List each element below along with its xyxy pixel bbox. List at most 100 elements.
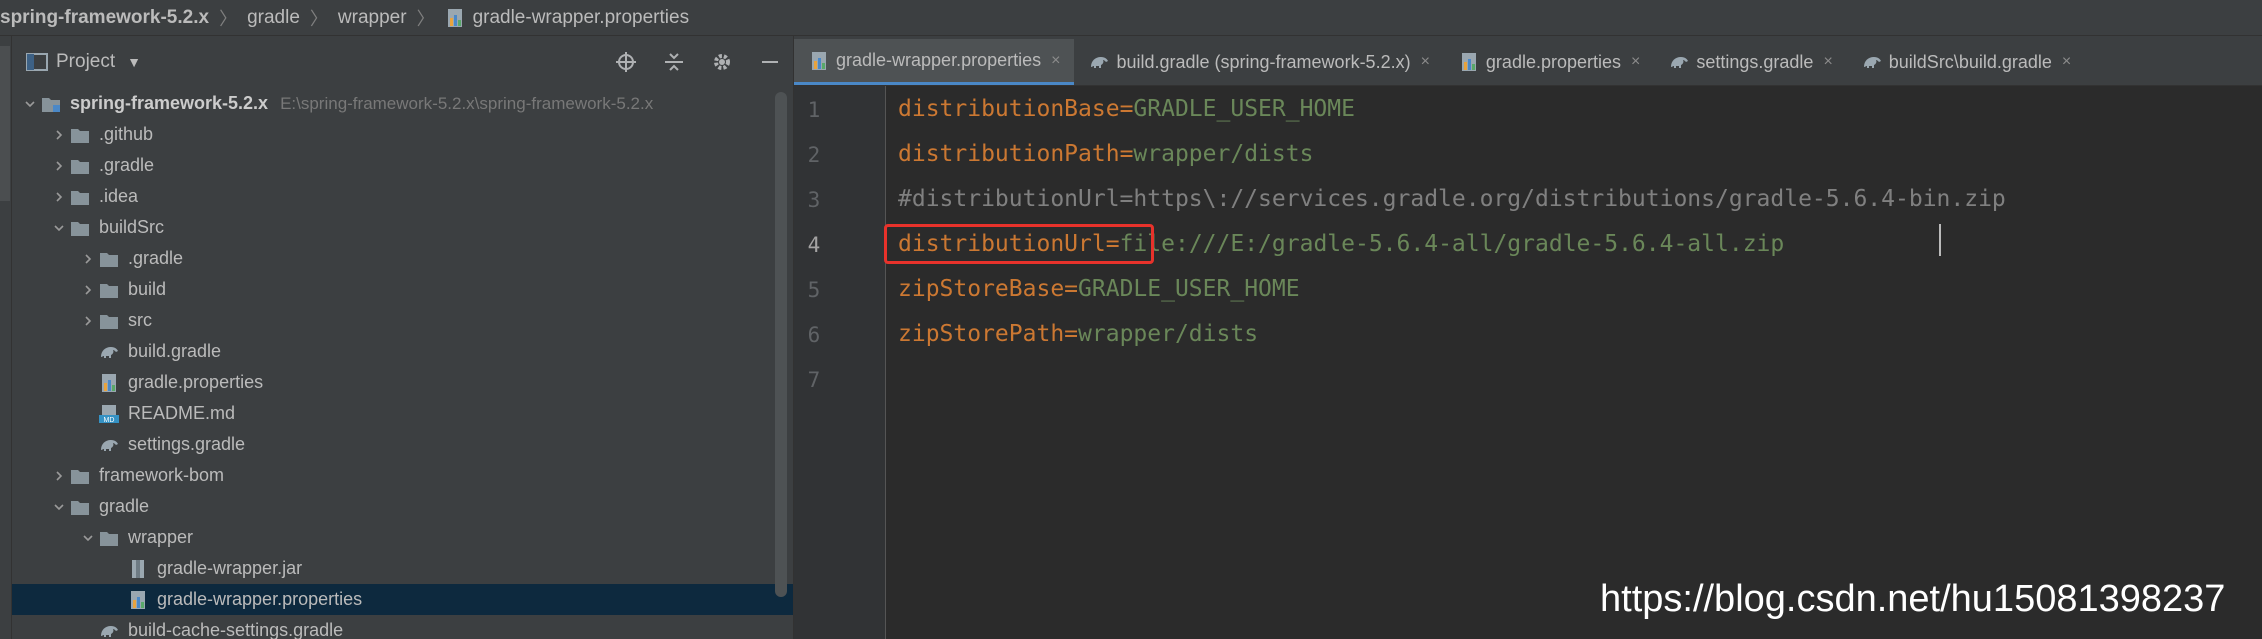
chevron-down-icon[interactable] [49,222,69,234]
line-number: 3 [807,188,821,212]
editor-area: gradle-wrapper.properties × build.gradle (… [794,36,2262,639]
close-icon[interactable]: × [1051,52,1060,70]
breadcrumb-file[interactable]: gradle-wrapper.properties [445,7,689,29]
line-number: 4 [807,233,821,257]
chevron-right-icon[interactable] [49,191,69,203]
close-icon[interactable]: × [2062,53,2071,71]
breadcrumb-separator: 〉 [309,8,328,29]
code-line[interactable]: #distributionUrl=https\://services.gradl… [898,184,2006,214]
editor-tab[interactable]: buildSrc\build.gradle × [1847,39,2085,85]
property-value: GRADLE_USER_HOME [1133,96,1355,122]
tree-item[interactable]: .gradle [12,150,793,181]
tree-item[interactable]: .idea [12,181,793,212]
tab-label: gradle.properties [1485,51,1622,72]
breadcrumb-separator: 〉 [219,8,238,29]
properties-file-icon [808,50,830,72]
code-comment: #distributionUrl=https\://services.gradl… [898,186,2006,212]
breadcrumb-separator: 〉 [416,8,435,29]
breadcrumb-gradle[interactable]: gradle [247,7,300,29]
svg-text:MD: MD [104,417,115,424]
tree-item[interactable]: .github [12,119,793,150]
tree-item-label: gradle.properties [128,372,264,392]
chevron-right-icon[interactable] [49,470,69,482]
annotation-highlight-box [884,224,1154,264]
property-value: wrapper/dists [1133,141,1314,167]
project-panel-title: Project [56,51,116,72]
property-value: GRADLE_USER_HOME [1078,276,1300,302]
tree-item[interactable]: gradle-wrapper.jar [12,553,793,584]
tree-item-label: .idea [99,186,139,206]
tab-label: build.gradle (spring-framework-5.2.x) [1116,51,1411,72]
tree-item[interactable]: src [12,305,793,336]
tree-item[interactable]: settings.gradle [12,429,793,460]
code-line[interactable]: distributionBase=GRADLE_USER_HOME [898,94,1355,124]
chevron-down-icon[interactable] [49,501,69,513]
line-number: 5 [807,278,821,302]
hide-panel-icon[interactable] [757,49,783,75]
folder-icon [98,311,120,331]
chevron-down-icon: ▼ [127,54,141,70]
tree-item[interactable]: wrapper [12,522,793,553]
folder-icon [69,156,91,176]
tab-label: settings.gradle [1696,51,1814,72]
tree-item[interactable]: framework-bom [12,460,793,491]
tree-item-label: gradle-wrapper.jar [157,558,303,578]
code-line[interactable]: zipStorePath=wrapper/dists [898,319,1258,349]
tree-item-label: settings.gradle [128,434,246,454]
chevron-right-icon[interactable] [78,284,98,296]
watermark-url: https://blog.csdn.net/hu15081398237 [1600,578,2226,620]
close-icon[interactable]: × [1421,53,1430,71]
folder-icon [98,280,120,300]
line-number: 6 [807,323,821,347]
tree-item[interactable]: gradle.properties [12,367,793,398]
project-icon [26,52,48,72]
project-panel: Project ▼ spring-framework-5.2.x E:\sprin… [12,36,794,639]
chevron-right-icon[interactable] [78,253,98,265]
folder-icon [98,249,120,269]
property-separator: = [1064,276,1079,302]
editor-tab[interactable]: gradle.properties × [1444,39,1654,85]
chevron-right-icon[interactable] [49,160,69,172]
breadcrumb-wrapper[interactable]: wrapper [338,7,407,29]
chevron-down-icon[interactable] [78,532,98,544]
tree-item[interactable]: gradle-wrapper.properties [12,584,793,615]
tree-item[interactable]: build [12,274,793,305]
tree-item[interactable]: build.gradle [12,336,793,367]
gear-icon[interactable] [709,49,735,75]
close-icon[interactable]: × [1631,53,1640,71]
tree-item[interactable]: .gradle [12,243,793,274]
tree-item[interactable]: buildSrc [12,212,793,243]
close-icon[interactable]: × [1823,53,1832,71]
tree-item-label: framework-bom [99,465,225,485]
tree-item-path: E:\spring-framework-5.2.x\spring-framewo… [280,93,654,113]
property-key: distributionPath [898,141,1120,167]
gradle-elephant-icon [98,435,120,455]
code-line[interactable]: zipStoreBase=GRADLE_USER_HOME [898,274,1300,304]
vertical-scrollbar[interactable] [775,92,787,597]
project-view-selector[interactable]: Project ▼ [26,51,141,73]
chevron-right-icon[interactable] [49,129,69,141]
module-folder-icon [40,94,62,114]
locate-file-icon[interactable] [613,49,639,75]
tree-item-label: spring-framework-5.2.x [70,93,269,113]
editor-tab[interactable]: build.gradle (spring-framework-5.2.x) × [1074,39,1443,85]
markdown-file-icon: MD [98,404,120,424]
project-tool-window-button[interactable] [0,46,10,201]
property-value: file:///E:/gradle-5.6.4-all/gradle-5.6.4… [1119,231,1785,257]
editor-tab[interactable]: gradle-wrapper.properties × [794,39,1075,85]
breadcrumb-project[interactable]: spring-framework-5.2.x [0,7,209,29]
tree-item[interactable]: gradle [12,491,793,522]
breadcrumb-label: gradle [247,6,300,28]
editor-tab[interactable]: settings.gradle × [1654,39,1846,85]
tree-item[interactable]: build-cache-settings.gradle [12,615,793,639]
tree-item-label: src [128,310,152,330]
chevron-down-icon[interactable] [20,98,40,110]
chevron-right-icon[interactable] [78,315,98,327]
code-line[interactable]: distributionPath=wrapper/dists [898,139,1313,169]
tree-item[interactable]: spring-framework-5.2.x E:\spring-framewor… [12,88,793,119]
property-separator: = [1064,321,1079,347]
tree-item[interactable]: MD README.md [12,398,793,429]
folder-icon [69,218,91,238]
gradle-elephant-icon [1088,51,1110,73]
collapse-all-icon[interactable] [661,49,687,75]
